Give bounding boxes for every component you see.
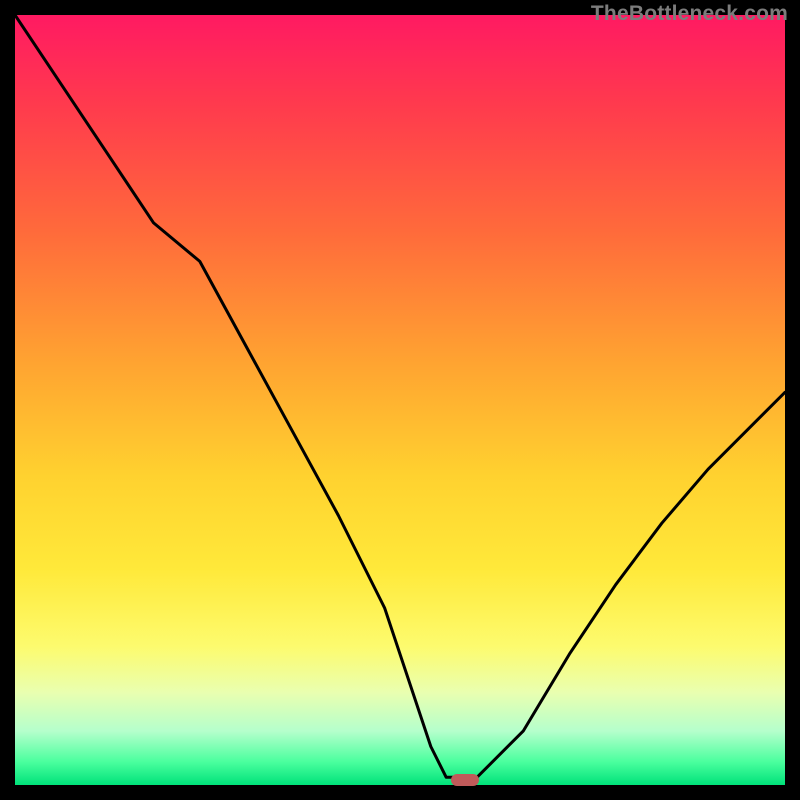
bottleneck-curve bbox=[15, 15, 785, 785]
optimum-marker bbox=[451, 774, 479, 786]
watermark-text: TheBottleneck.com bbox=[591, 2, 788, 26]
plot-area bbox=[15, 15, 785, 785]
chart-frame: TheBottleneck.com bbox=[0, 0, 800, 800]
